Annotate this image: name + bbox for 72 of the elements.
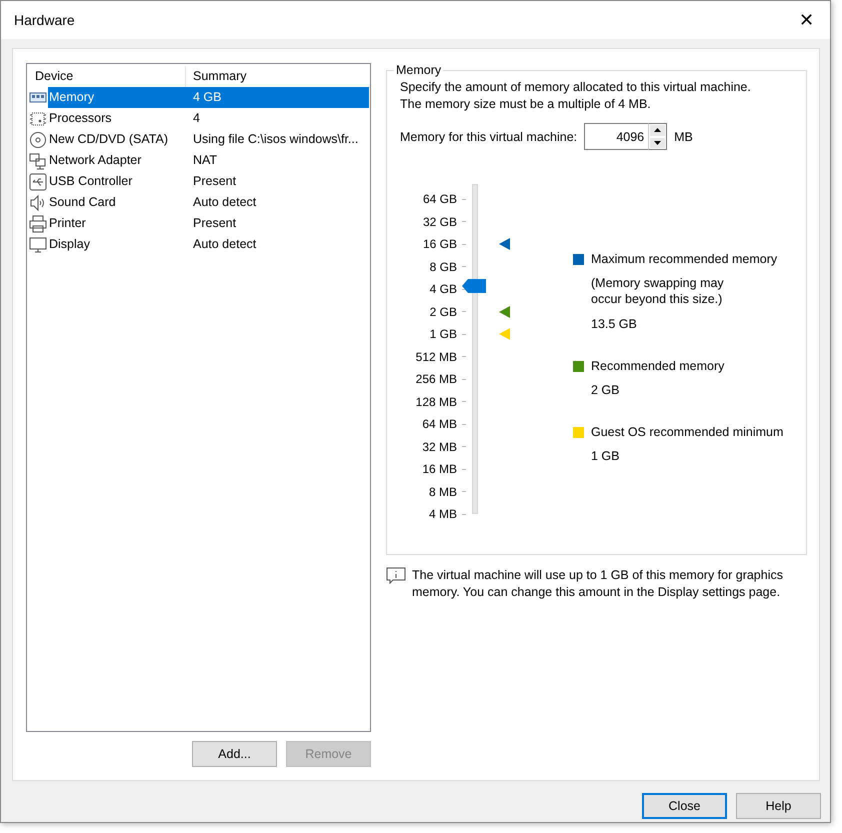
- unit-label: MB: [674, 130, 693, 144]
- legend-value: 13.5 GB: [591, 316, 638, 332]
- tick-label: 32 GB: [422, 214, 457, 229]
- tick-mark: [462, 311, 466, 312]
- tick-label: 4 GB: [430, 282, 457, 296]
- device-name[interactable]: Printer: [48, 213, 186, 234]
- monitor-icon: [28, 236, 48, 254]
- legend-label: Guest OS recommended minimum: [591, 425, 784, 439]
- legend-value: 2 GB: [591, 382, 620, 398]
- tick-label: 2 GB: [430, 304, 457, 319]
- chip-icon: [28, 110, 48, 128]
- device-summary[interactable]: Present: [186, 213, 369, 234]
- tick-mark: [462, 356, 466, 358]
- tick-mark: [462, 468, 466, 470]
- tick-label: 64 MB: [422, 417, 457, 432]
- slider-thumb[interactable]: [462, 279, 486, 294]
- device-summary[interactable]: NAT: [186, 150, 369, 171]
- device-name[interactable]: Memory: [48, 87, 186, 108]
- device-name[interactable]: Sound Card: [48, 192, 186, 213]
- tick-mark: [462, 266, 466, 268]
- device-summary[interactable]: Using file C:\isos windows\fr...: [186, 129, 369, 150]
- tick-mark: [462, 446, 466, 448]
- memory-field[interactable]: 4096: [584, 123, 648, 150]
- tick-label: 16 GB: [422, 237, 457, 252]
- tick-mark: [462, 514, 466, 515]
- device-name[interactable]: USB Controller: [48, 171, 186, 192]
- tick-label: 512 MB: [416, 350, 457, 364]
- tick-mark: [462, 378, 466, 380]
- close-button[interactable]: ✕: [795, 9, 818, 31]
- info-icon: [386, 567, 406, 585]
- device-summary[interactable]: Auto detect: [186, 192, 369, 213]
- legend-note: (Memory swapping may occur beyond this size.): [591, 275, 725, 307]
- legend-value: 1 GB: [591, 448, 620, 464]
- tick-label: 128 MB: [416, 394, 457, 409]
- device-summary[interactable]: 4 GB: [186, 87, 369, 108]
- tick-mark: [462, 491, 466, 492]
- disc-icon: [28, 130, 48, 148]
- info-text: The virtual machine will use up to 1 GB of this memory for graphics memory. You can change this amount in the Display settings page.: [412, 567, 784, 601]
- device-name[interactable]: Processors: [48, 108, 186, 129]
- group-title: Memory: [395, 63, 442, 77]
- tick-label: 16 MB: [422, 462, 457, 476]
- usb-icon: [28, 172, 48, 190]
- tick-mark: [462, 401, 466, 402]
- tick-label: 8 MB: [428, 484, 457, 499]
- tick-label: 256 MB: [416, 372, 457, 386]
- tick-mark: [462, 198, 466, 200]
- tick-label: 8 GB: [430, 260, 457, 274]
- column-header[interactable]: Summary: [186, 66, 369, 87]
- device-name[interactable]: Display: [48, 234, 186, 255]
- tick-mark: [462, 334, 466, 335]
- tick-label: 64 GB: [422, 192, 457, 206]
- tick-mark: [462, 221, 466, 222]
- window-title: Hardware: [14, 12, 75, 28]
- device-name[interactable]: New CD/DVD (SATA): [48, 129, 186, 150]
- close-dialog-button[interactable]: Close: [642, 793, 727, 819]
- tick-label: 32 MB: [422, 440, 457, 454]
- legend-label: Recommended memory: [591, 359, 724, 373]
- description-text: Specify the amount of memory allocated to this virtual machine. The memory size must be a multiple of 4 MB.: [400, 79, 752, 113]
- printer-icon: [28, 214, 48, 232]
- tick-mark: [462, 244, 466, 245]
- network-icon: [28, 152, 48, 170]
- tick-label: 4 MB: [428, 507, 457, 522]
- help-button[interactable]: Help: [736, 793, 821, 819]
- legend-label: Maximum recommended memory: [591, 252, 778, 266]
- device-summary[interactable]: Auto detect: [186, 234, 369, 255]
- tick-mark: [462, 424, 466, 425]
- field-label: Memory for this virtual machine:: [400, 130, 578, 144]
- device-name[interactable]: Network Adapter: [48, 150, 186, 171]
- tick-label: 1 GB: [430, 327, 457, 342]
- device-summary[interactable]: 4: [186, 108, 369, 129]
- add-button[interactable]: Add...: [192, 741, 277, 767]
- device-summary[interactable]: Present: [186, 171, 369, 192]
